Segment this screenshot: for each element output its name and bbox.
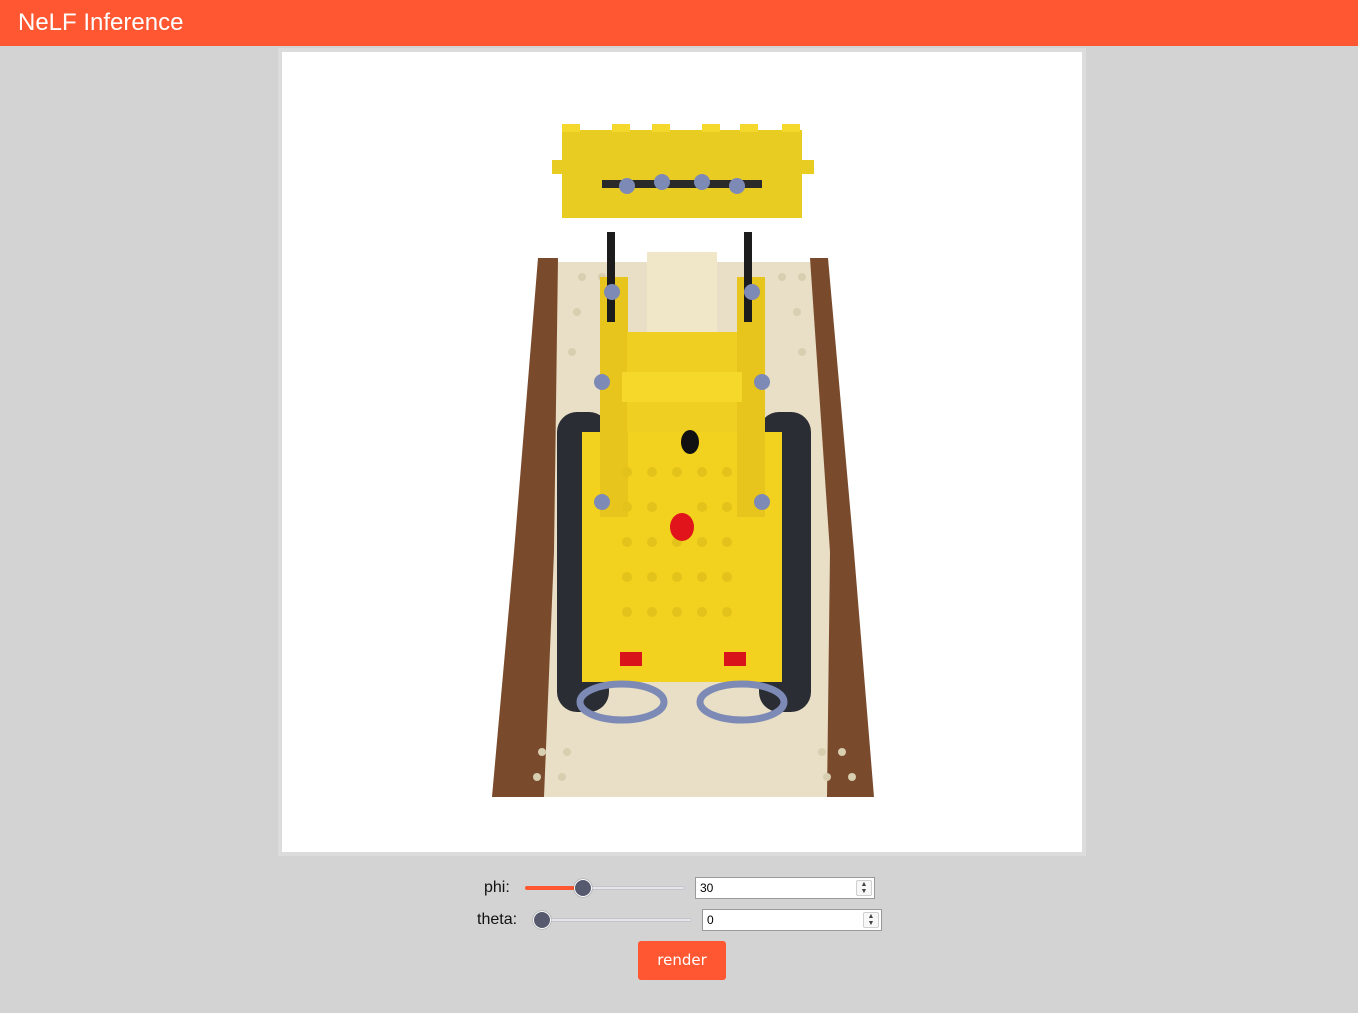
spinner-icon[interactable]: ▲ ▼ [856,880,872,896]
theta-slider-thumb[interactable] [533,911,551,929]
lego-bulldozer-render [492,124,874,797]
phi-slider[interactable] [525,878,685,898]
theta-input[interactable]: 0 ▲ ▼ [702,909,882,931]
phi-label: phi: [484,879,510,896]
render-button[interactable]: render [638,941,726,980]
theta-slider-track [542,918,692,922]
theta-label: theta: [477,911,518,928]
spinner-icon[interactable]: ▲ ▼ [863,912,879,928]
top-bar: NeLF Inference [0,0,1358,46]
app-title: NeLF Inference [18,9,184,36]
phi-input-value: 30 [700,881,714,895]
theta-input-value: 0 [707,913,714,927]
phi-slider-thumb[interactable] [574,879,592,897]
theta-slider[interactable] [533,910,692,930]
phi-input[interactable]: 30 ▲ ▼ [695,877,875,899]
rendered-image [282,52,1082,852]
